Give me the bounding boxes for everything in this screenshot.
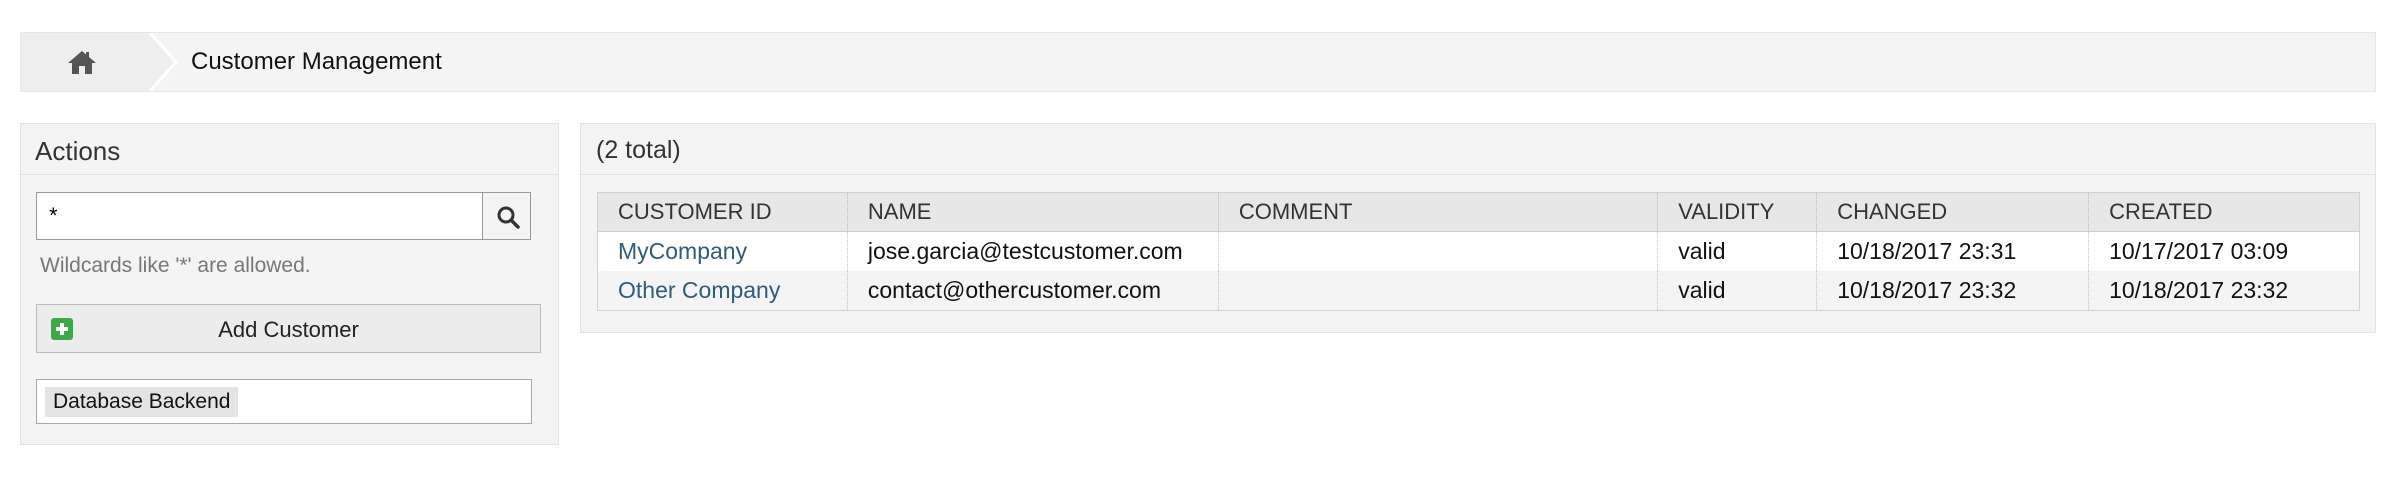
- actions-panel-title: Actions: [35, 136, 121, 166]
- customer-comment: [1218, 231, 1659, 271]
- wildcard-hint: Wildcards like '*' are allowed.: [40, 254, 311, 277]
- breadcrumb-home[interactable]: [21, 33, 149, 91]
- actions-panel-header: Actions: [21, 124, 558, 175]
- column-header-customer-id[interactable]: CUSTOMER ID: [597, 192, 848, 232]
- customer-validity: valid: [1657, 231, 1818, 271]
- table-header-row: CUSTOMER ID NAME COMMENT VALIDITY CHANGE…: [597, 192, 2360, 232]
- results-panel: (2 total) CUSTOMER ID NAME COMMENT VALID…: [580, 123, 2376, 333]
- customer-created: 10/18/2017 23:32: [2088, 271, 2360, 311]
- results-panel-header: (2 total): [581, 124, 2375, 175]
- page-title: Customer Management: [191, 48, 442, 75]
- breadcrumb: Customer Management: [20, 32, 2376, 92]
- add-customer-button[interactable]: Add Customer: [36, 304, 541, 353]
- search-input[interactable]: [36, 192, 483, 240]
- home-icon: [68, 51, 96, 74]
- table-row[interactable]: MyCompany jose.garcia@testcustomer.com v…: [597, 231, 2360, 271]
- results-count: (2 total): [596, 136, 681, 164]
- column-header-comment[interactable]: COMMENT: [1218, 192, 1659, 232]
- column-header-changed[interactable]: CHANGED: [1816, 192, 2090, 232]
- breadcrumb-separator: [142, 33, 178, 91]
- customer-name: contact@othercustomer.com: [847, 271, 1219, 311]
- backend-selected-option[interactable]: Database Backend: [45, 387, 239, 417]
- customer-validity: valid: [1657, 271, 1818, 311]
- column-header-validity[interactable]: VALIDITY: [1657, 192, 1818, 232]
- column-header-name[interactable]: NAME: [847, 192, 1219, 232]
- search-button[interactable]: [482, 192, 531, 240]
- search-icon: [497, 206, 520, 229]
- add-customer-label: Add Customer: [218, 317, 359, 342]
- customer-changed: 10/18/2017 23:31: [1816, 231, 2090, 271]
- table-row[interactable]: Other Company contact@othercustomer.com …: [597, 271, 2360, 311]
- customer-changed: 10/18/2017 23:32: [1816, 271, 2090, 311]
- customer-id-link[interactable]: Other Company: [597, 271, 848, 311]
- customer-comment: [1218, 271, 1659, 311]
- customer-id-link[interactable]: MyCompany: [597, 231, 848, 271]
- column-header-created[interactable]: CREATED: [2088, 192, 2360, 232]
- customer-table: CUSTOMER ID NAME COMMENT VALIDITY CHANGE…: [597, 192, 2360, 311]
- customer-name: jose.garcia@testcustomer.com: [847, 231, 1219, 271]
- actions-panel: Actions Wildcards like '*' are allowed. …: [20, 123, 559, 445]
- customer-created: 10/17/2017 03:09: [2088, 231, 2360, 271]
- backend-select[interactable]: Database Backend: [36, 379, 532, 424]
